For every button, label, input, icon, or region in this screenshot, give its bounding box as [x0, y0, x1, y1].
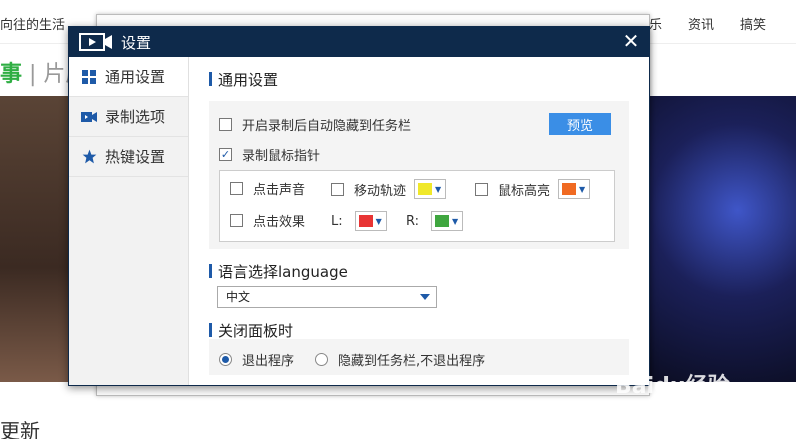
chevron-down-icon: ▼ [435, 184, 442, 194]
watermark-sub: jingyan.baidu.com [628, 400, 730, 413]
star-icon [81, 149, 97, 165]
left-click-color: L: ▼ [331, 211, 387, 231]
sidebar-item-hotkeys[interactable]: 热键设置 [69, 137, 188, 177]
sidebar-item-recording[interactable]: 录制选项 [69, 97, 188, 137]
move-trail-option[interactable]: 移动轨迹 ▼ [331, 179, 447, 199]
language-selected-value: 中文 [226, 290, 251, 304]
section-title-close-panel: 关闭面板时 [209, 320, 293, 341]
preview-button[interactable]: 预览 [549, 113, 611, 135]
sidebar-item-label: 通用设置 [105, 68, 166, 86]
exit-program-option[interactable]: 退出程序 [219, 350, 294, 369]
left-click-label: L: [331, 213, 343, 229]
chevron-down-icon [420, 294, 430, 300]
baidu-watermark: Baidu经验 jingyan.baidu.com [615, 368, 730, 413]
click-sound-label: 点击声音 [253, 183, 306, 198]
nav-link-news[interactable]: 资讯 [688, 14, 714, 33]
left-color [358, 215, 373, 227]
highlight-color [562, 183, 577, 195]
banner-lights-image [650, 96, 796, 382]
hide-taskbar-option[interactable]: 隐藏到任务栏,不退出程序 [315, 350, 485, 369]
sidebar-item-label: 热键设置 [105, 148, 166, 166]
highlight-color-picker[interactable]: ▼ [558, 179, 591, 199]
record-cursor-option[interactable]: ✓ 录制鼠标指针 [219, 145, 320, 164]
cursor-highlight-option[interactable]: 鼠标高亮 ▼ [475, 179, 591, 199]
hide-taskbar-radio[interactable] [315, 353, 328, 366]
settings-dialog: 设置 ✕ 通用设置 录制选项 热键设置 通用设置 开启录制后自动隐藏到任务栏 ✓… [68, 26, 650, 386]
trail-color-picker[interactable]: ▼ [414, 179, 447, 199]
click-sound-checkbox[interactable] [230, 182, 243, 195]
trail-color [418, 183, 433, 195]
cursor-options-box: 点击声音 移动轨迹 ▼ 鼠标高亮 ▼ 点击效果 L: ▼ R: ▼ [219, 170, 615, 242]
hide-taskbar-label: 隐藏到任务栏,不退出程序 [338, 354, 486, 369]
cursor-highlight-checkbox[interactable] [475, 182, 488, 196]
click-effect-checkbox[interactable] [230, 214, 243, 227]
chevron-down-icon: ▼ [375, 216, 382, 226]
dialog-titlebar[interactable]: 设置 ✕ [69, 27, 649, 57]
right-click-color: R: ▼ [406, 211, 464, 231]
background-section-title: 更新 [0, 419, 40, 439]
exit-program-label: 退出程序 [242, 354, 295, 369]
chevron-down-icon: ▼ [452, 216, 459, 226]
click-effect-label: 点击效果 [253, 215, 306, 230]
click-effect-option[interactable]: 点击效果 [230, 211, 305, 230]
record-cursor-checkbox[interactable]: ✓ [219, 148, 232, 161]
close-icon[interactable]: ✕ [621, 31, 641, 51]
sidebar-item-label: 录制选项 [105, 108, 166, 126]
section-title-general: 通用设置 [209, 69, 278, 90]
exit-program-radio[interactable] [219, 353, 232, 366]
right-color-picker[interactable]: ▼ [431, 211, 464, 231]
move-trail-label: 移动轨迹 [354, 183, 407, 199]
auto-hide-option[interactable]: 开启录制后自动隐藏到任务栏 [219, 115, 411, 134]
chevron-down-icon: ▼ [579, 184, 586, 194]
settings-content: 通用设置 开启录制后自动隐藏到任务栏 ✓ 录制鼠标指针 点击声音 移动轨迹 ▼ … [189, 57, 649, 385]
dialog-title: 设置 [121, 33, 152, 52]
auto-hide-checkbox[interactable] [219, 118, 232, 131]
grid-icon [81, 69, 97, 85]
nav-link-funny[interactable]: 搞笑 [740, 14, 766, 33]
move-trail-checkbox[interactable] [331, 182, 344, 196]
section-title-language: 语言选择language [209, 261, 348, 282]
close-panel-options: 退出程序 隐藏到任务栏,不退出程序 [209, 339, 629, 375]
nav-link[interactable]: 向往的生活 [0, 14, 65, 33]
banner-food-image [0, 96, 70, 382]
record-cursor-label: 录制鼠标指针 [242, 149, 321, 164]
right-color [435, 215, 450, 227]
watermark-main: Baidu经验 [615, 374, 730, 399]
left-color-picker[interactable]: ▼ [354, 211, 387, 231]
sidebar-item-general[interactable]: 通用设置 [69, 57, 188, 97]
right-click-label: R: [406, 213, 420, 229]
language-select[interactable]: 中文 [217, 286, 437, 308]
settings-sidebar: 通用设置 录制选项 热键设置 [69, 57, 189, 385]
auto-hide-label: 开启录制后自动隐藏到任务栏 [242, 119, 412, 134]
nav-links: 娱乐 资讯 搞笑 [636, 14, 766, 33]
cursor-highlight-label: 鼠标高亮 [498, 183, 551, 199]
click-sound-option[interactable]: 点击声音 [230, 179, 305, 198]
camera-icon [81, 109, 97, 125]
subnav-active[interactable]: 事 [0, 62, 22, 87]
app-logo-icon [79, 33, 112, 51]
